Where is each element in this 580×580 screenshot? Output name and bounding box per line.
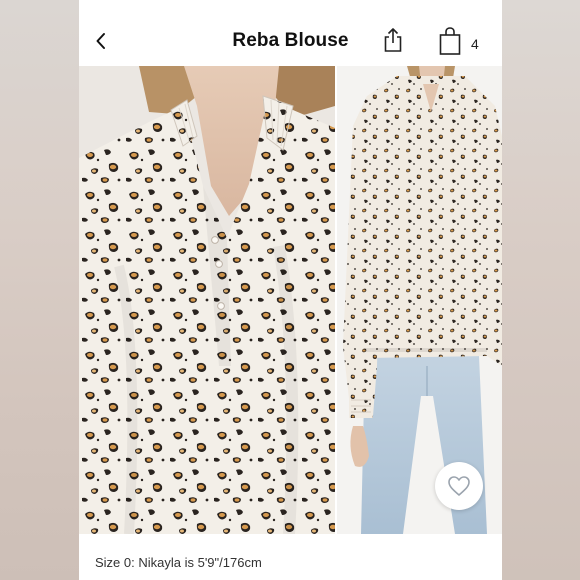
background-blur-right [502, 0, 580, 580]
app-screen: Reba Blouse 4 Size 0: Nikayla is 5'9"/17… [79, 0, 502, 580]
blouse-closeup-photo[interactable] [79, 66, 335, 534]
shopping-bag-button[interactable] [438, 26, 462, 56]
shopping-bag-icon [439, 27, 461, 55]
model-photo-art [337, 66, 502, 534]
top-nav-bar: Reba Blouse 4 [79, 0, 502, 64]
favorite-button[interactable] [435, 462, 483, 510]
model-full-photo[interactable] [337, 66, 502, 534]
closeup-photo-art [79, 66, 335, 534]
heart-icon [448, 476, 470, 496]
size-note: Size 0: Nikayla is 5'9"/176cm [95, 555, 262, 570]
share-button[interactable] [381, 26, 405, 54]
share-icon [384, 28, 402, 52]
background-blur-left [0, 0, 79, 580]
bag-count-badge: 4 [471, 36, 479, 52]
